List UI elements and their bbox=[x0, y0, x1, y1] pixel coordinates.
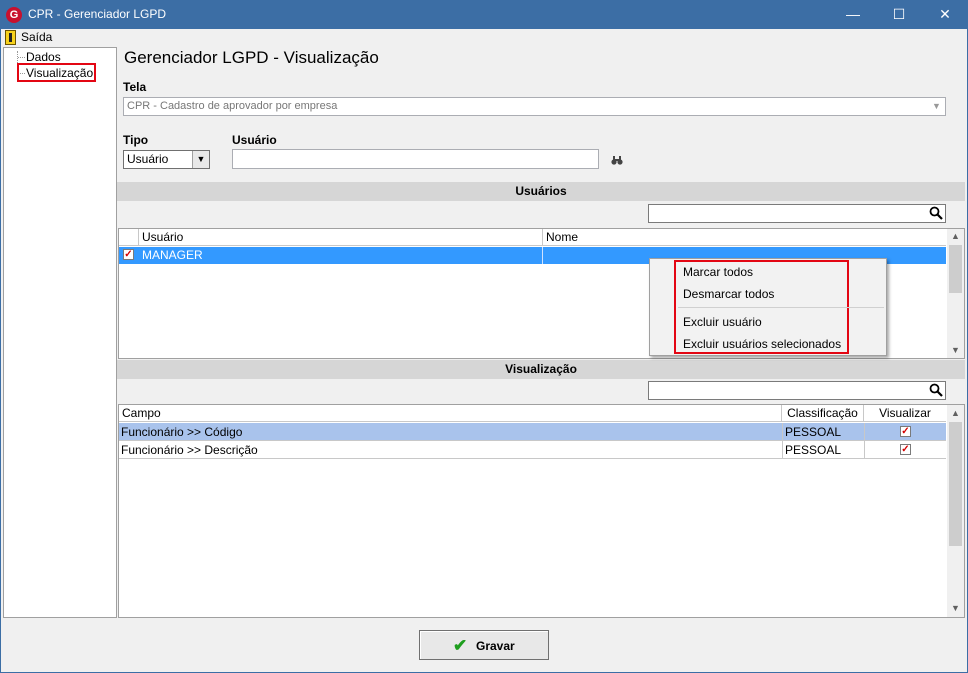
column-header-nome[interactable]: Nome bbox=[543, 229, 946, 246]
column-header-visualizar[interactable]: Visualizar bbox=[864, 405, 946, 422]
minimize-button[interactable]: — bbox=[830, 0, 876, 29]
column-header-classificacao[interactable]: Classificação bbox=[782, 405, 864, 422]
usuario-input[interactable] bbox=[232, 149, 599, 169]
magnifier-icon[interactable] bbox=[929, 383, 943, 397]
cell-campo: Funcionário >> Descrição bbox=[121, 443, 258, 457]
cell-divider bbox=[864, 441, 865, 459]
header-checkbox-column bbox=[119, 229, 139, 246]
menu-item-excluir-selecionados[interactable]: Excluir usuários selecionados bbox=[683, 337, 841, 351]
scroll-down-icon[interactable]: ▼ bbox=[947, 603, 964, 613]
usuarios-section-header: Usuários bbox=[117, 182, 965, 201]
scroll-up-icon[interactable]: ▲ bbox=[947, 408, 964, 418]
tree-item-dados[interactable]: Dados bbox=[26, 50, 61, 64]
table-row-usuario[interactable]: MANAGER bbox=[139, 247, 543, 264]
tipo-label: Tipo bbox=[123, 133, 149, 147]
chevron-down-icon[interactable]: ▼ bbox=[928, 98, 945, 115]
cell-divider bbox=[782, 423, 783, 441]
menu-item-desmarcar-todos[interactable]: Desmarcar todos bbox=[683, 287, 774, 301]
visualizacao-search-input[interactable] bbox=[648, 381, 946, 400]
tela-select[interactable]: CPR - Cadastro de aprovador por empresa bbox=[123, 97, 946, 116]
maximize-button[interactable]: ☐ bbox=[876, 0, 922, 29]
page-title: Gerenciador LGPD - Visualização bbox=[124, 48, 379, 67]
visualizacao-section-header: Visualização bbox=[117, 360, 965, 379]
navigation-tree bbox=[3, 47, 117, 618]
menu-bar bbox=[0, 29, 968, 47]
cell-classificacao: PESSOAL bbox=[785, 425, 842, 439]
magnifier-icon[interactable] bbox=[929, 206, 943, 220]
app-logo-icon: G bbox=[6, 7, 22, 23]
scrollbar-thumb[interactable] bbox=[949, 245, 962, 293]
tree-item-visualizacao[interactable]: Visualização bbox=[26, 66, 93, 80]
usuario-label: Usuário bbox=[232, 133, 277, 147]
menu-item-excluir-usuario[interactable]: Excluir usuário bbox=[683, 315, 762, 329]
scroll-down-icon[interactable]: ▼ bbox=[947, 345, 964, 355]
scroll-up-icon[interactable]: ▲ bbox=[947, 231, 964, 241]
usuarios-search-input[interactable] bbox=[648, 204, 946, 223]
cell-campo: Funcionário >> Código bbox=[121, 425, 243, 439]
menu-separator bbox=[678, 307, 884, 308]
chevron-down-icon[interactable]: ▼ bbox=[192, 151, 209, 168]
menu-item-marcar-todos[interactable]: Marcar todos bbox=[683, 265, 753, 279]
visualizar-checkbox[interactable]: ✓ bbox=[900, 426, 911, 437]
menu-item-saida[interactable]: Saída bbox=[21, 30, 52, 44]
visualizar-checkbox[interactable]: ✓ bbox=[900, 444, 911, 455]
gravar-button-label: Gravar bbox=[476, 639, 515, 653]
close-button[interactable]: ✕ bbox=[922, 0, 968, 29]
exit-door-icon[interactable] bbox=[5, 30, 16, 45]
tela-label: Tela bbox=[123, 80, 147, 94]
column-header-usuario[interactable]: Usuário bbox=[139, 229, 543, 246]
row-checkbox[interactable]: ✓ bbox=[123, 249, 134, 260]
cell-divider bbox=[782, 441, 783, 459]
green-check-icon: ✔ bbox=[453, 636, 468, 655]
column-header-campo[interactable]: Campo bbox=[119, 405, 782, 422]
tree-connector bbox=[18, 57, 25, 58]
cell-classificacao: PESSOAL bbox=[785, 443, 842, 457]
cell-divider bbox=[864, 423, 865, 441]
scrollbar-thumb[interactable] bbox=[949, 422, 962, 546]
window-title: CPR - Gerenciador LGPD bbox=[28, 7, 167, 21]
binoculars-icon[interactable] bbox=[611, 156, 623, 165]
